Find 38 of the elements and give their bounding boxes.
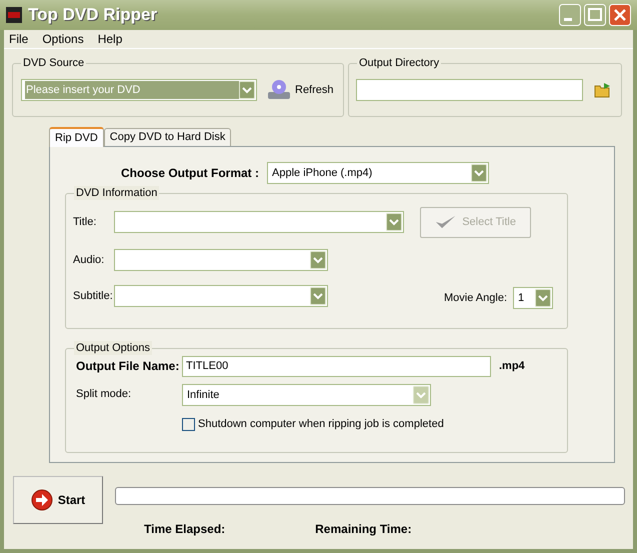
field-label: Title: bbox=[72, 214, 98, 230]
refresh-button[interactable]: Refresh bbox=[267, 79, 334, 101]
dropdown-field[interactable] bbox=[114, 285, 328, 307]
group-label: Output Options bbox=[74, 341, 152, 355]
group-label: Output Directory bbox=[357, 56, 442, 70]
field-label: Output File Name: bbox=[76, 358, 180, 375]
split-mode-select[interactable]: Infinite bbox=[182, 384, 431, 406]
close-icon[interactable] bbox=[609, 4, 631, 26]
tab[interactable]: Rip DVD bbox=[49, 127, 104, 147]
start-button[interactable]: Start bbox=[13, 476, 103, 524]
field-label: Subtitle: bbox=[72, 288, 114, 304]
field-label: Audio: bbox=[72, 252, 106, 268]
check-mark-icon bbox=[435, 214, 456, 230]
time-elapsed-label: Time Elapsed: bbox=[144, 521, 226, 538]
extension-label: .mp4 bbox=[499, 358, 525, 374]
dropdown-field[interactable] bbox=[114, 249, 328, 271]
app-icon bbox=[6, 7, 22, 23]
shutdown-checkbox[interactable]: Shutdown computer when ripping job is completed bbox=[182, 416, 444, 432]
menu-item[interactable]: Options bbox=[42, 30, 84, 48]
file-name-field[interactable]: TITLE00 bbox=[182, 356, 491, 376]
field-label: Split mode: bbox=[76, 387, 132, 402]
output-format-select[interactable]: Apple iPhone (.mp4) bbox=[267, 162, 489, 184]
group-label: DVD Information bbox=[74, 186, 160, 200]
output-format-label: Choose Output Format : bbox=[121, 165, 259, 182]
minimize-icon[interactable] bbox=[559, 4, 581, 26]
checkbox[interactable] bbox=[182, 418, 195, 431]
disc-drive-icon bbox=[267, 79, 291, 101]
folder-icon[interactable] bbox=[594, 82, 612, 98]
tab[interactable]: Copy DVD to Hard Disk bbox=[104, 128, 232, 146]
movie-angle-select[interactable]: 1 bbox=[513, 287, 553, 309]
window-title: Top DVD Ripper bbox=[28, 4, 158, 26]
maximize-icon[interactable] bbox=[584, 4, 606, 26]
field-label: Movie Angle: bbox=[444, 290, 507, 306]
output-directory-field[interactable] bbox=[356, 79, 583, 101]
remaining-time-label: Remaining Time: bbox=[315, 521, 412, 538]
dropdown-field[interactable] bbox=[114, 211, 404, 233]
menu-item[interactable]: File bbox=[9, 30, 28, 48]
menu-item[interactable]: Help bbox=[98, 30, 122, 48]
